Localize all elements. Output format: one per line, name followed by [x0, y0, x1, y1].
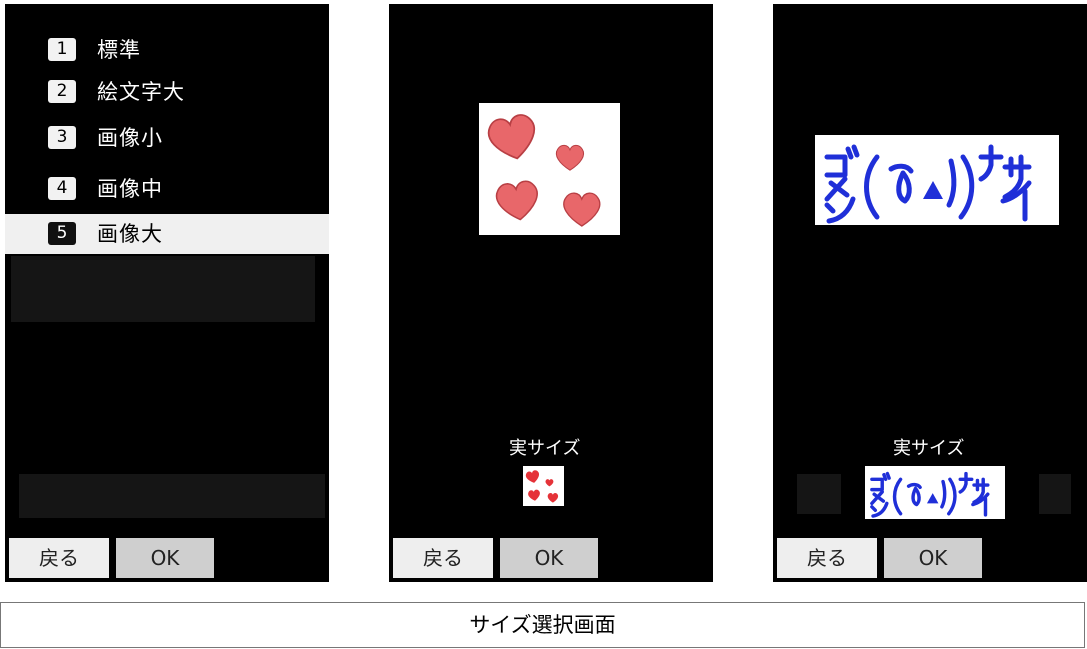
- stamp-preview: [815, 135, 1059, 225]
- caption: サイズ選択画面: [0, 602, 1085, 648]
- info-bar: [19, 474, 325, 518]
- preview-area: [11, 256, 315, 322]
- menu-item-number: 1: [48, 38, 76, 61]
- back-button[interactable]: 戻る: [777, 538, 877, 578]
- menu-item-standard[interactable]: 1 標準: [5, 30, 329, 70]
- actual-size-label: 実サイズ: [893, 438, 965, 459]
- actual-size-label: 実サイズ: [509, 438, 581, 459]
- menu-item-label: 画像中: [97, 177, 163, 201]
- menu-item-image-large[interactable]: 5 画像大: [5, 214, 329, 254]
- menu-item-number: 3: [48, 126, 76, 149]
- menu-item-label: 画像小: [97, 126, 163, 150]
- menu-item-emoji-large[interactable]: 2 絵文字大: [5, 72, 329, 112]
- heart-stamp-icon: [525, 470, 559, 503]
- menu-item-image-medium[interactable]: 4 画像中: [5, 169, 329, 209]
- menu-item-number: 5: [48, 222, 76, 245]
- heart-stamp-icon: [487, 114, 601, 227]
- menu-item-image-small[interactable]: 3 画像小: [5, 118, 329, 158]
- ok-button[interactable]: OK: [884, 538, 982, 578]
- actual-size-preview: [523, 466, 564, 506]
- right-scroll-area: [1039, 474, 1071, 514]
- size-menu-screen: 1 標準 2 絵文字大 3 画像小 4 画像中 5 画像大 戻る OK: [5, 4, 329, 582]
- emoticon-preview-screen: 実サイズ 戻る OK: [773, 4, 1087, 582]
- menu-item-label: 画像大: [97, 222, 163, 246]
- menu-item-label: 標準: [97, 38, 141, 62]
- left-scroll-area: [797, 474, 841, 514]
- gomen-nasai-stamp-icon: [870, 471, 990, 518]
- back-button[interactable]: 戻る: [393, 538, 493, 578]
- menu-item-number: 2: [48, 80, 76, 103]
- menu-item-number: 4: [48, 177, 76, 200]
- ok-button[interactable]: OK: [500, 538, 598, 578]
- stamp-preview: [479, 103, 620, 235]
- back-button[interactable]: 戻る: [9, 538, 109, 578]
- actual-size-preview: [865, 466, 1005, 519]
- ok-button[interactable]: OK: [116, 538, 214, 578]
- heart-preview-screen: 実サイズ 戻る OK: [389, 4, 713, 582]
- gomen-nasai-stamp-icon: [824, 144, 1032, 224]
- menu-item-label: 絵文字大: [97, 80, 185, 104]
